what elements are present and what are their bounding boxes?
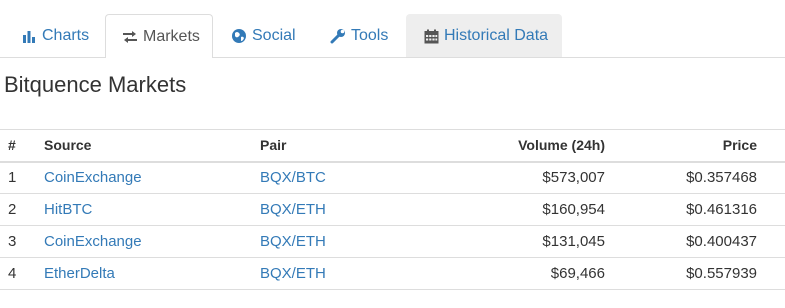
page-title: Bitquence Markets — [4, 72, 187, 97]
row-number: 4 — [0, 257, 36, 290]
pair-link[interactable]: BQX/BTC — [260, 169, 326, 186]
tab-charts-label: Charts — [42, 27, 90, 44]
calendar-icon — [423, 28, 439, 44]
volume-value: $573,007 — [432, 161, 613, 194]
volume-value: $69,466 — [432, 257, 613, 290]
table-row: 2 HitBTC BQX/ETH $160,954 $0.461316 — [0, 193, 785, 226]
price-value: $0.357468 — [613, 161, 785, 194]
source-link[interactable]: CoinExchange — [44, 169, 142, 186]
table-header-row: # Source Pair Volume (24h) Price — [0, 129, 785, 163]
pair-link[interactable]: BQX/ETH — [260, 201, 326, 218]
bar-chart-icon — [21, 28, 37, 44]
source-link[interactable]: EtherDelta — [44, 265, 115, 282]
markets-table: # Source Pair Volume (24h) Price 1 CoinE… — [0, 129, 785, 290]
tab-historical-data-label: Historical Data — [444, 27, 549, 44]
header-number: # — [0, 129, 36, 163]
tab-charts[interactable]: Charts — [4, 14, 104, 57]
price-value: $0.557939 — [613, 257, 785, 290]
volume-value: $160,954 — [432, 193, 613, 226]
header-pair: Pair — [252, 129, 432, 163]
tab-social[interactable]: Social — [214, 14, 312, 57]
source-link[interactable]: HitBTC — [44, 201, 92, 218]
row-number: 3 — [0, 225, 36, 258]
pair-link[interactable]: BQX/ETH — [260, 265, 326, 282]
tab-markets-label: Markets — [143, 27, 200, 45]
tab-tools-label: Tools — [351, 27, 389, 44]
tab-markets[interactable]: Markets — [105, 14, 213, 58]
row-number: 2 — [0, 193, 36, 226]
exchange-arrows-icon — [122, 29, 138, 45]
pair-link[interactable]: BQX/ETH — [260, 233, 326, 250]
tab-tools[interactable]: Tools — [313, 14, 405, 57]
globe-icon — [231, 28, 247, 44]
volume-value: $131,045 — [432, 225, 613, 258]
tab-historical-data[interactable]: Historical Data — [406, 14, 562, 57]
price-value: $0.400437 — [613, 225, 785, 258]
tab-bar: Charts Markets Social Tools Historical D… — [0, 0, 785, 58]
wrench-icon — [330, 28, 346, 44]
page: Charts Markets Social Tools Historical D… — [0, 0, 785, 308]
table-row: 1 CoinExchange BQX/BTC $573,007 $0.35746… — [0, 161, 785, 194]
source-link[interactable]: CoinExchange — [44, 233, 142, 250]
header-volume: Volume (24h) — [432, 129, 613, 163]
tab-social-label: Social — [252, 27, 296, 44]
price-value: $0.461316 — [613, 193, 785, 226]
row-number: 1 — [0, 161, 36, 194]
table-row: 4 EtherDelta BQX/ETH $69,466 $0.557939 — [0, 257, 785, 290]
header-source: Source — [36, 129, 252, 163]
header-price: Price — [613, 129, 785, 163]
table-row: 3 CoinExchange BQX/ETH $131,045 $0.40043… — [0, 225, 785, 258]
